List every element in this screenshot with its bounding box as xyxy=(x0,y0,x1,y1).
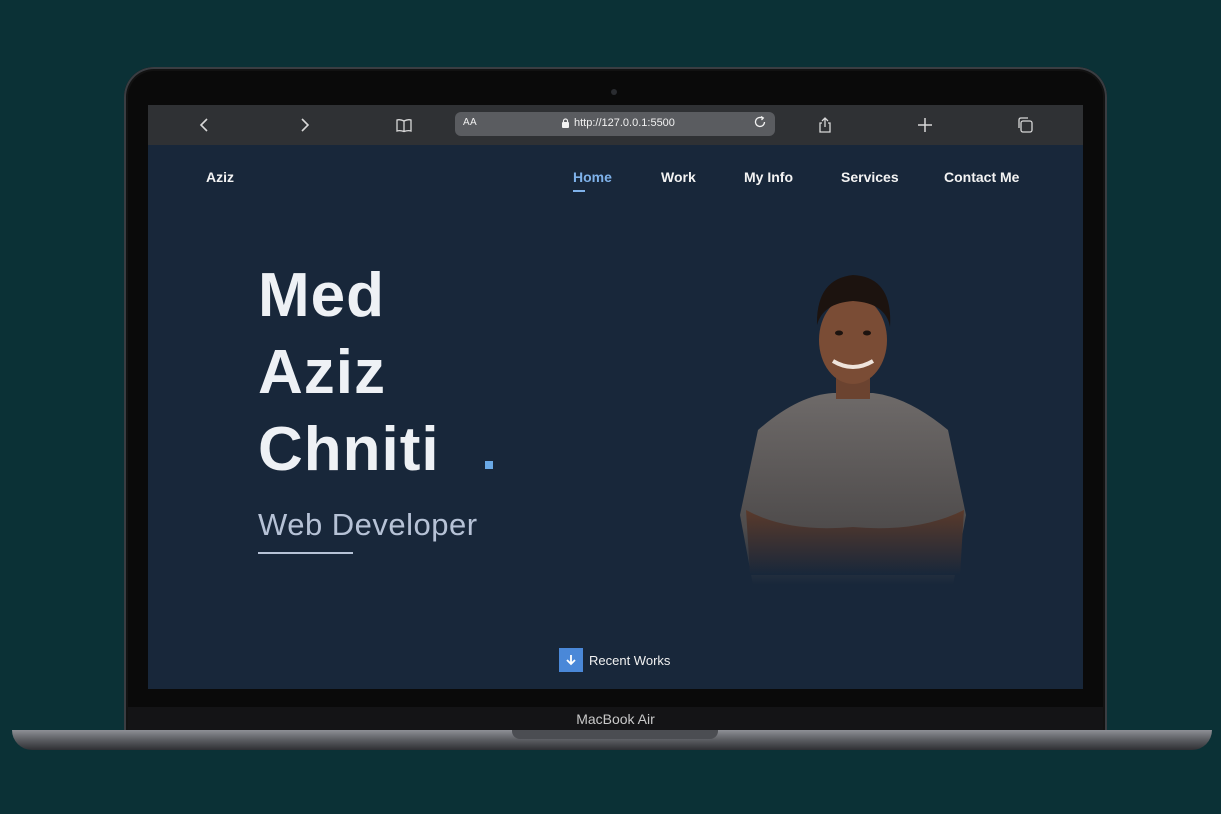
browser-toolbar: AA http://127.0.0.1:5500 xyxy=(148,105,1083,145)
arrow-down-icon[interactable] xyxy=(559,648,583,672)
forward-icon[interactable] xyxy=(292,113,316,137)
site-navbar: Aziz Home Work My Info Services Contact … xyxy=(148,145,1083,207)
nav-my-info[interactable]: My Info xyxy=(744,169,793,185)
nav-contact-me[interactable]: Contact Me xyxy=(944,169,1019,185)
reload-icon[interactable] xyxy=(753,115,771,133)
hero-name-line-2: Aziz xyxy=(258,338,386,407)
profile-photo xyxy=(740,275,966,585)
device-label: MacBook Air xyxy=(128,707,1103,731)
hero-name-line-1: Med xyxy=(258,261,385,330)
recent-works-label[interactable]: Recent Works xyxy=(589,653,670,668)
tabs-icon[interactable] xyxy=(1013,113,1037,137)
role-underline xyxy=(258,552,353,554)
hero-role: Web Developer xyxy=(258,507,478,542)
new-tab-icon[interactable] xyxy=(913,113,937,137)
site-logo[interactable]: Aziz xyxy=(206,169,234,185)
back-icon[interactable] xyxy=(193,113,217,137)
address-bar[interactable]: AA http://127.0.0.1:5500 xyxy=(455,112,775,136)
text-size-button[interactable]: AA xyxy=(463,117,477,128)
url-text: http://127.0.0.1:5500 xyxy=(574,117,675,129)
hero-name-line-3: Chniti xyxy=(258,415,440,484)
bookmarks-icon[interactable] xyxy=(392,113,416,137)
nav-services[interactable]: Services xyxy=(841,169,899,185)
lock-icon xyxy=(561,118,570,128)
screen: AA http://127.0.0.1:5500 Aziz Home Work … xyxy=(148,105,1083,689)
nav-work[interactable]: Work xyxy=(661,169,696,185)
share-icon[interactable] xyxy=(813,113,837,137)
nav-active-indicator xyxy=(573,190,585,192)
laptop-hinge-notch xyxy=(512,730,718,739)
accent-dot xyxy=(485,461,493,469)
recent-works-link[interactable]: Recent Works xyxy=(559,648,670,672)
camera xyxy=(611,89,617,95)
nav-home[interactable]: Home xyxy=(573,169,612,185)
